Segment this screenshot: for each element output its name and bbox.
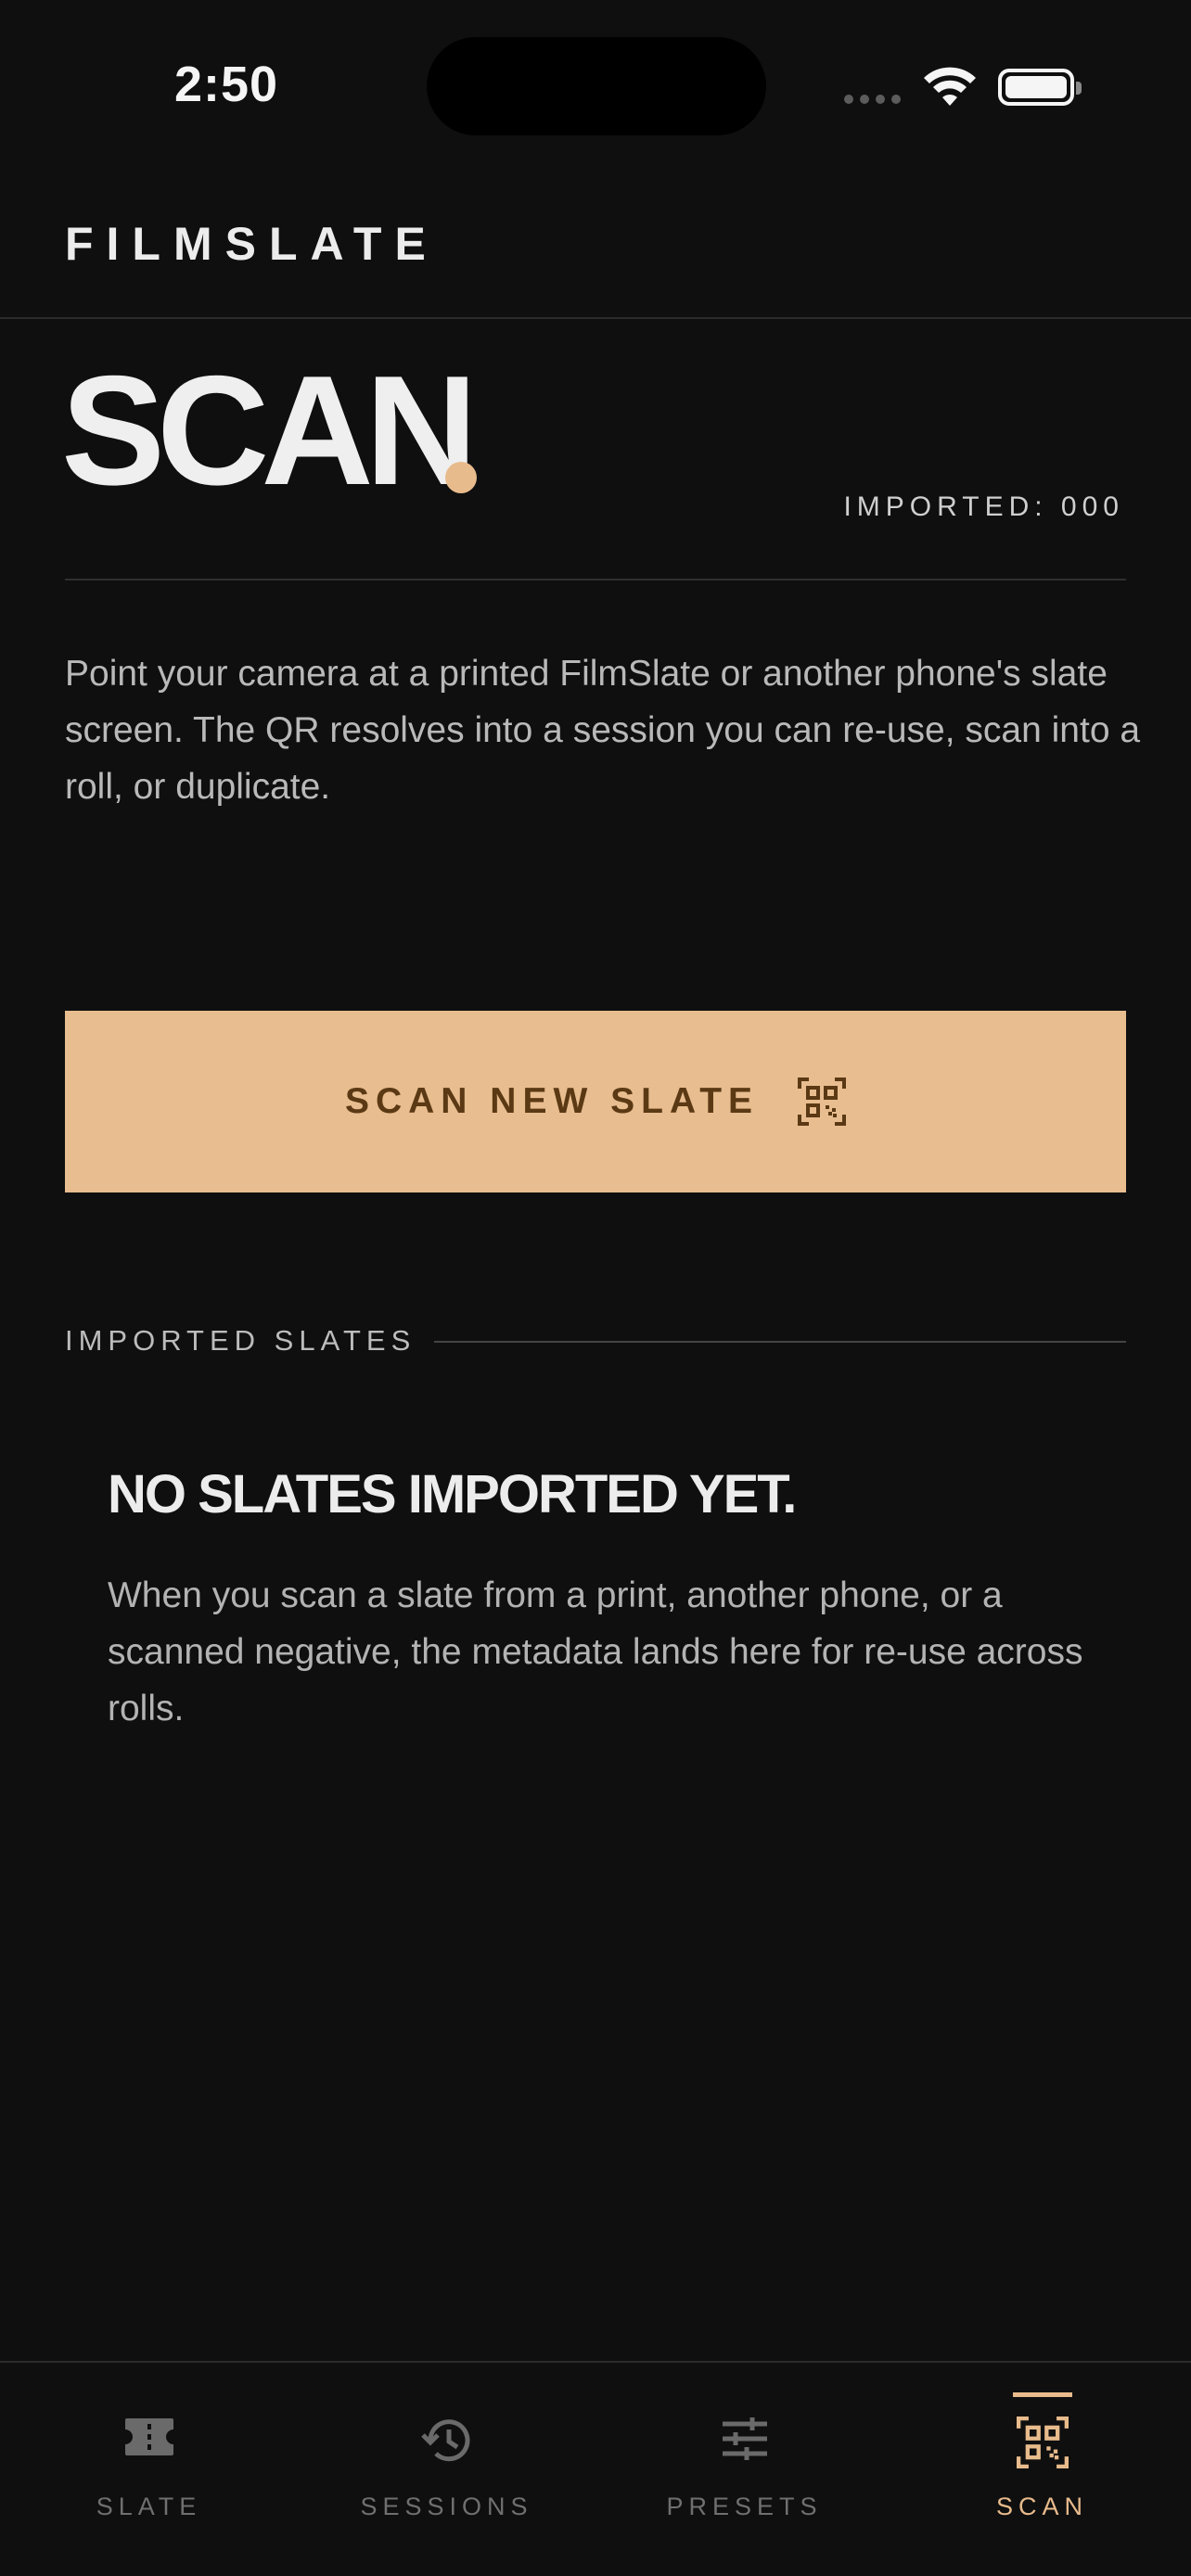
tab-slate[interactable]: SLATE	[0, 2363, 298, 2576]
page-title: SCAN	[61, 343, 478, 517]
tab-label: PRESETS	[666, 2493, 823, 2520]
section-label-imported-slates: IMPORTED SLATES	[65, 1324, 416, 1357]
status-bar: 2:50	[0, 0, 1191, 176]
title-accent-dot	[445, 462, 477, 493]
dynamic-island	[427, 37, 766, 135]
tab-presets[interactable]: PRESETS	[596, 2363, 893, 2576]
sliders-icon	[721, 2417, 769, 2466]
status-time: 2:50	[174, 57, 279, 112]
section-divider	[434, 1341, 1126, 1343]
tab-bar: SLATE SESSIONS PRESETS SCAN	[0, 2361, 1191, 2576]
empty-state-title: NO SLATES IMPORTED YET.	[108, 1464, 797, 1524]
ticket-icon	[123, 2417, 175, 2462]
divider	[65, 579, 1126, 580]
brand-title: FILMSLATE	[65, 218, 439, 270]
tab-label: SLATE	[96, 2493, 202, 2520]
empty-state-body: When you scan a slate from a print, anot…	[108, 1575, 1083, 1728]
tab-sessions[interactable]: SESSIONS	[298, 2363, 596, 2576]
imported-count: IMPORTED: 000	[843, 491, 1124, 522]
cellular-signal-icon	[844, 95, 901, 104]
app-header: FILMSLATE	[0, 176, 1191, 319]
intro-text: Point your camera at a printed FilmSlate…	[65, 654, 1141, 807]
scan-new-slate-button[interactable]: SCAN NEW SLATE	[65, 1011, 1126, 1192]
tab-label: SCAN	[995, 2493, 1088, 2520]
battery-icon	[998, 69, 1082, 106]
scan-button-label: SCAN NEW SLATE	[344, 1081, 760, 1121]
history-icon	[420, 2417, 473, 2469]
active-tab-indicator	[1013, 2392, 1072, 2397]
qr-code-icon	[1016, 2417, 1069, 2473]
tab-label: SESSIONS	[360, 2493, 533, 2520]
wifi-icon	[924, 67, 976, 106]
qr-code-icon	[798, 1078, 847, 1126]
